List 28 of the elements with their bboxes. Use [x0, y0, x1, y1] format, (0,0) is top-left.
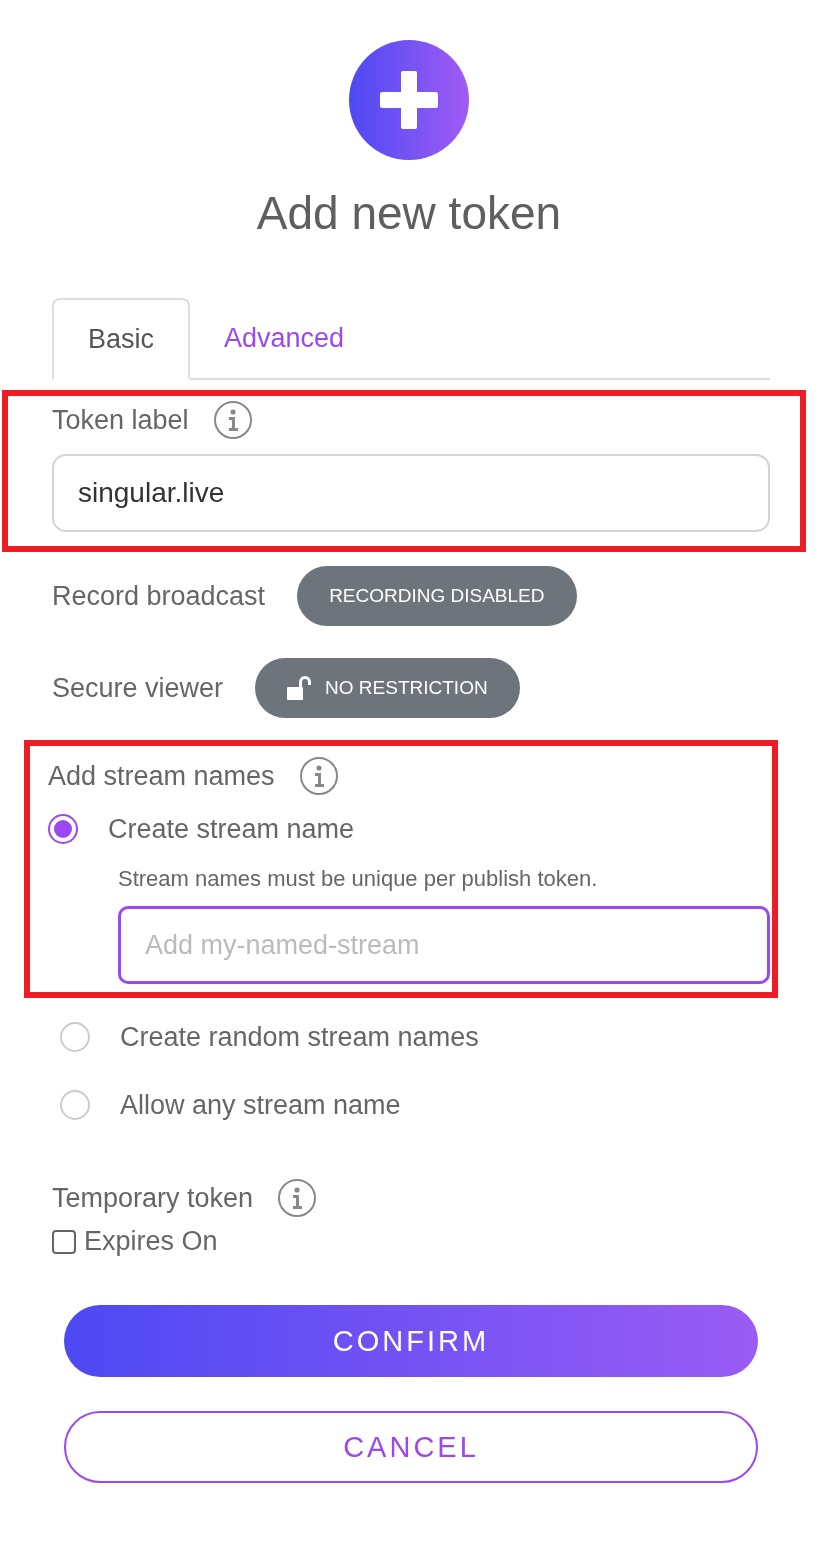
- info-icon[interactable]: [277, 1178, 318, 1218]
- radio-button[interactable]: [60, 1022, 90, 1052]
- plus-icon: [349, 40, 469, 160]
- info-icon[interactable]: [212, 400, 253, 440]
- restriction-toggle[interactable]: NO RESTRICTION: [255, 658, 520, 718]
- field-label: Add stream names: [48, 760, 275, 792]
- dialog-title: Add new token: [256, 186, 562, 240]
- radio-button[interactable]: [60, 1090, 90, 1120]
- info-icon[interactable]: [298, 756, 339, 796]
- stream-name-field[interactable]: Add my-named-stream: [118, 906, 770, 984]
- tab[interactable]: Basic: [52, 298, 191, 380]
- tab[interactable]: Advanced: [190, 298, 379, 378]
- unlocked-padlock-icon: [287, 676, 314, 700]
- radio-button[interactable]: [48, 814, 78, 844]
- option-label: Allow any stream name: [120, 1089, 401, 1121]
- token-label-field[interactable]: singular.live: [52, 454, 770, 532]
- field-label: Token label: [52, 404, 189, 436]
- field-label: Record broadcast: [52, 580, 266, 612]
- hint-text: Stream names must be unique per publish token.: [118, 866, 599, 892]
- recording-toggle[interactable]: RECORDING DISABLED: [297, 566, 577, 626]
- cancel-button[interactable]: CANCEL: [64, 1411, 758, 1483]
- field-label: Secure viewer: [52, 672, 224, 704]
- option-label: Create random stream names: [120, 1021, 479, 1053]
- field-label: Temporary token: [52, 1182, 254, 1214]
- option-label: Create stream name: [108, 813, 355, 845]
- confirm-button[interactable]: CONFIRM: [64, 1305, 758, 1377]
- checkbox[interactable]: [52, 1229, 76, 1254]
- checkbox-label: Expires On: [84, 1226, 218, 1257]
